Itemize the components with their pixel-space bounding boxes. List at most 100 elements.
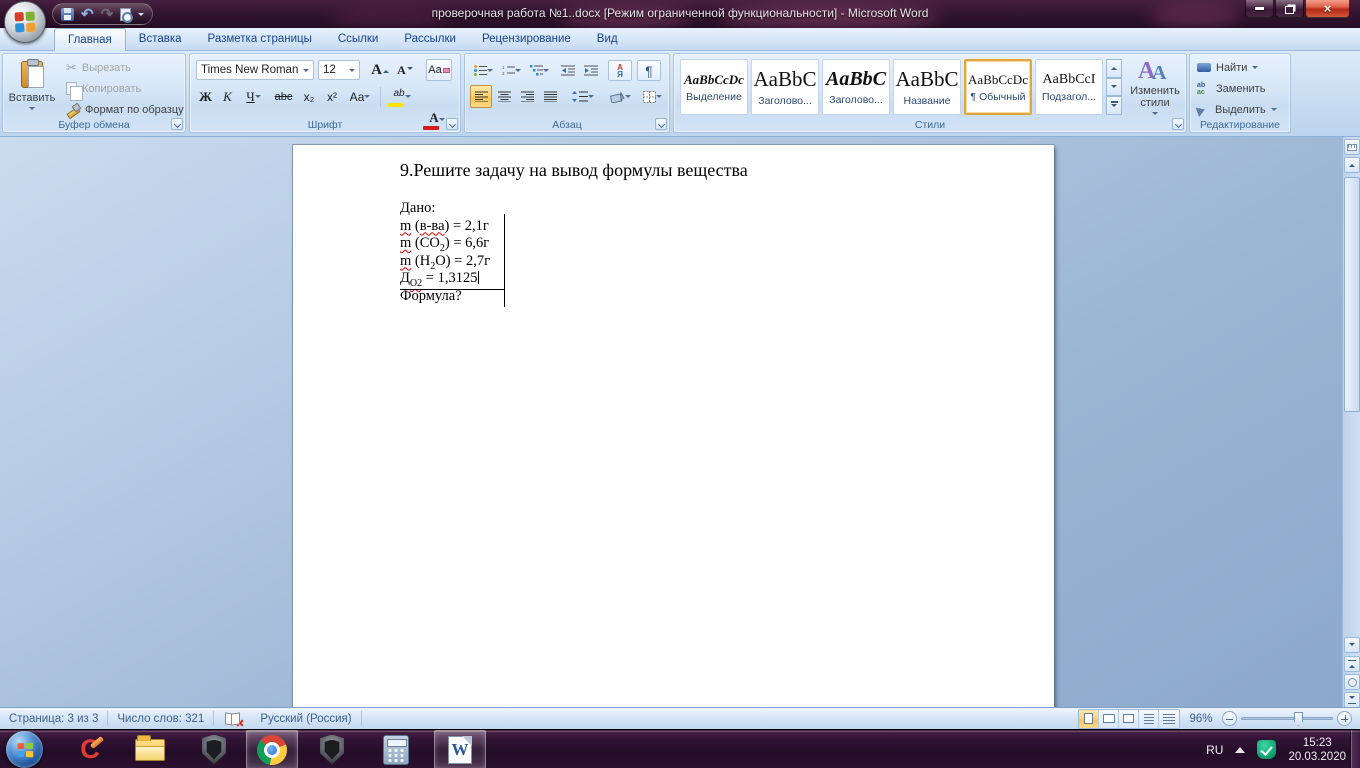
- find-button[interactable]: Найти: [1192, 57, 1282, 78]
- replace-button[interactable]: abас Заменить: [1192, 78, 1282, 99]
- style-heading2[interactable]: AaBbC Заголово...: [822, 59, 890, 115]
- style-subtitle[interactable]: AaBbCcI Подзагол...: [1035, 59, 1103, 115]
- justify-button[interactable]: [539, 85, 561, 108]
- increase-indent-button[interactable]: [580, 60, 602, 81]
- styles-dialog-launcher[interactable]: [1172, 118, 1184, 130]
- print-preview-icon[interactable]: [120, 8, 131, 21]
- styles-scroll-down-button[interactable]: [1106, 78, 1122, 97]
- italic-button[interactable]: К: [217, 85, 238, 108]
- tab-home[interactable]: Главная: [54, 28, 126, 51]
- styles-scroll-up-button[interactable]: [1106, 59, 1122, 78]
- font-size-combo[interactable]: 12: [318, 60, 360, 80]
- clock[interactable]: 15:23 20.03.2020: [1288, 736, 1346, 764]
- next-page-button[interactable]: [1344, 692, 1360, 707]
- numbering-button[interactable]: 12: [498, 60, 524, 81]
- align-right-button[interactable]: [516, 85, 538, 108]
- hidden-icons-arrow[interactable]: [1235, 742, 1245, 753]
- zoom-slider-thumb[interactable]: [1294, 712, 1303, 726]
- shrink-font-button[interactable]: А: [394, 59, 416, 81]
- previous-page-button[interactable]: [1344, 656, 1360, 672]
- highlight-button[interactable]: ab: [386, 85, 418, 108]
- zoom-out-button[interactable]: [1222, 711, 1237, 726]
- minimize-button[interactable]: [1245, 0, 1274, 18]
- clear-formatting-button[interactable]: Аа: [426, 59, 452, 81]
- show-marks-button[interactable]: ¶: [637, 60, 661, 81]
- taskbar-calculator[interactable]: [370, 730, 422, 768]
- save-icon[interactable]: [61, 8, 74, 21]
- cut-button[interactable]: ✂ Вырезать: [61, 57, 189, 78]
- undo-icon[interactable]: ↶: [81, 8, 94, 21]
- style-normal[interactable]: AaBbCcDc ¶ Обычный: [964, 59, 1032, 115]
- font-name-combo[interactable]: Times New Roman: [196, 60, 314, 80]
- tab-view[interactable]: Вид: [584, 29, 631, 50]
- tab-mailings[interactable]: Рассылки: [391, 29, 469, 50]
- clipboard-dialog-launcher[interactable]: [171, 118, 183, 130]
- restore-button[interactable]: [1275, 0, 1304, 18]
- close-button[interactable]: ×: [1305, 0, 1350, 18]
- select-browse-object-button[interactable]: [1344, 674, 1360, 690]
- multilevel-list-button[interactable]: [526, 60, 552, 81]
- select-button[interactable]: Выделить: [1192, 99, 1282, 120]
- outline-view-button[interactable]: [1139, 710, 1159, 728]
- strikethrough-button[interactable]: abc: [270, 85, 297, 108]
- paragraph-dialog-launcher[interactable]: [655, 118, 667, 130]
- borders-button[interactable]: [637, 85, 667, 108]
- bullets-button[interactable]: [470, 60, 496, 81]
- scrollbar-thumb[interactable]: [1344, 177, 1360, 412]
- web-layout-button[interactable]: [1119, 710, 1139, 728]
- tab-review[interactable]: Рецензирование: [469, 29, 584, 50]
- office-button[interactable]: [4, 1, 46, 43]
- line-spacing-button[interactable]: [568, 85, 598, 108]
- start-button[interactable]: [6, 731, 43, 768]
- proofing-status[interactable]: [214, 708, 251, 730]
- shading-button[interactable]: [605, 85, 635, 108]
- style-heading1[interactable]: AaBbC Заголово...: [751, 59, 819, 115]
- align-left-button[interactable]: [470, 85, 492, 108]
- change-case-button[interactable]: Аа: [344, 85, 376, 108]
- subscript-button[interactable]: x₂: [298, 85, 320, 108]
- word-count[interactable]: Число слов: 321: [108, 708, 213, 730]
- zoom-slider-track[interactable]: [1241, 717, 1333, 720]
- taskbar-wot-2[interactable]: [306, 730, 358, 768]
- style-title[interactable]: AaBbC Название: [893, 59, 961, 115]
- taskbar-ccleaner[interactable]: C: [64, 730, 116, 768]
- print-layout-view-button[interactable]: [1079, 710, 1099, 728]
- font-dialog-launcher[interactable]: [446, 118, 458, 130]
- ruler-toggle-button[interactable]: [1344, 139, 1360, 155]
- superscript-button[interactable]: x²: [321, 85, 343, 108]
- taskbar-wot-1[interactable]: [188, 730, 240, 768]
- bold-button[interactable]: Ж: [195, 85, 216, 108]
- zoom-level[interactable]: 96%: [1184, 713, 1218, 725]
- underline-button[interactable]: Ч: [239, 85, 268, 108]
- language-indicator[interactable]: Русский (Россия): [251, 708, 360, 730]
- format-painter-button[interactable]: Формат по образцу: [61, 99, 189, 120]
- tab-page-layout[interactable]: Разметка страницы: [195, 29, 325, 50]
- taskbar-explorer[interactable]: [124, 730, 176, 768]
- zoom-in-button[interactable]: [1337, 711, 1352, 726]
- language-switcher[interactable]: RU: [1206, 743, 1223, 757]
- scroll-down-button[interactable]: [1344, 637, 1360, 653]
- styles-gallery-expand-button[interactable]: [1106, 96, 1122, 115]
- draft-view-button[interactable]: [1159, 710, 1179, 728]
- vertical-scrollbar[interactable]: [1342, 137, 1360, 707]
- style-vydelenie[interactable]: AaBbCcDc Выделение: [680, 59, 748, 115]
- show-desktop-button[interactable]: [1350, 730, 1360, 768]
- paste-button[interactable]: Вставить: [8, 58, 56, 120]
- decrease-indent-button[interactable]: [557, 60, 579, 81]
- qat-dropdown-icon[interactable]: [138, 13, 144, 19]
- tab-insert[interactable]: Вставка: [126, 29, 195, 50]
- redo-icon[interactable]: ↷: [101, 8, 114, 21]
- document-page[interactable]: 9.Решите задачу на вывод формулы веществ…: [293, 145, 1054, 707]
- page-indicator[interactable]: Страница: 3 из 3: [0, 708, 107, 730]
- change-styles-button[interactable]: А А Изменить стили: [1126, 58, 1184, 118]
- full-screen-reading-button[interactable]: [1099, 710, 1119, 728]
- taskbar-chrome[interactable]: [246, 730, 298, 768]
- antivirus-shield-icon[interactable]: [1257, 740, 1276, 759]
- grow-font-button[interactable]: А: [368, 59, 392, 81]
- copy-button[interactable]: Копировать: [61, 78, 189, 99]
- align-center-button[interactable]: [493, 85, 515, 108]
- sort-button[interactable]: А Я: [608, 60, 632, 81]
- scroll-up-button[interactable]: [1344, 157, 1360, 173]
- tab-references[interactable]: Ссылки: [325, 29, 392, 50]
- taskbar-word[interactable]: W: [434, 730, 486, 768]
